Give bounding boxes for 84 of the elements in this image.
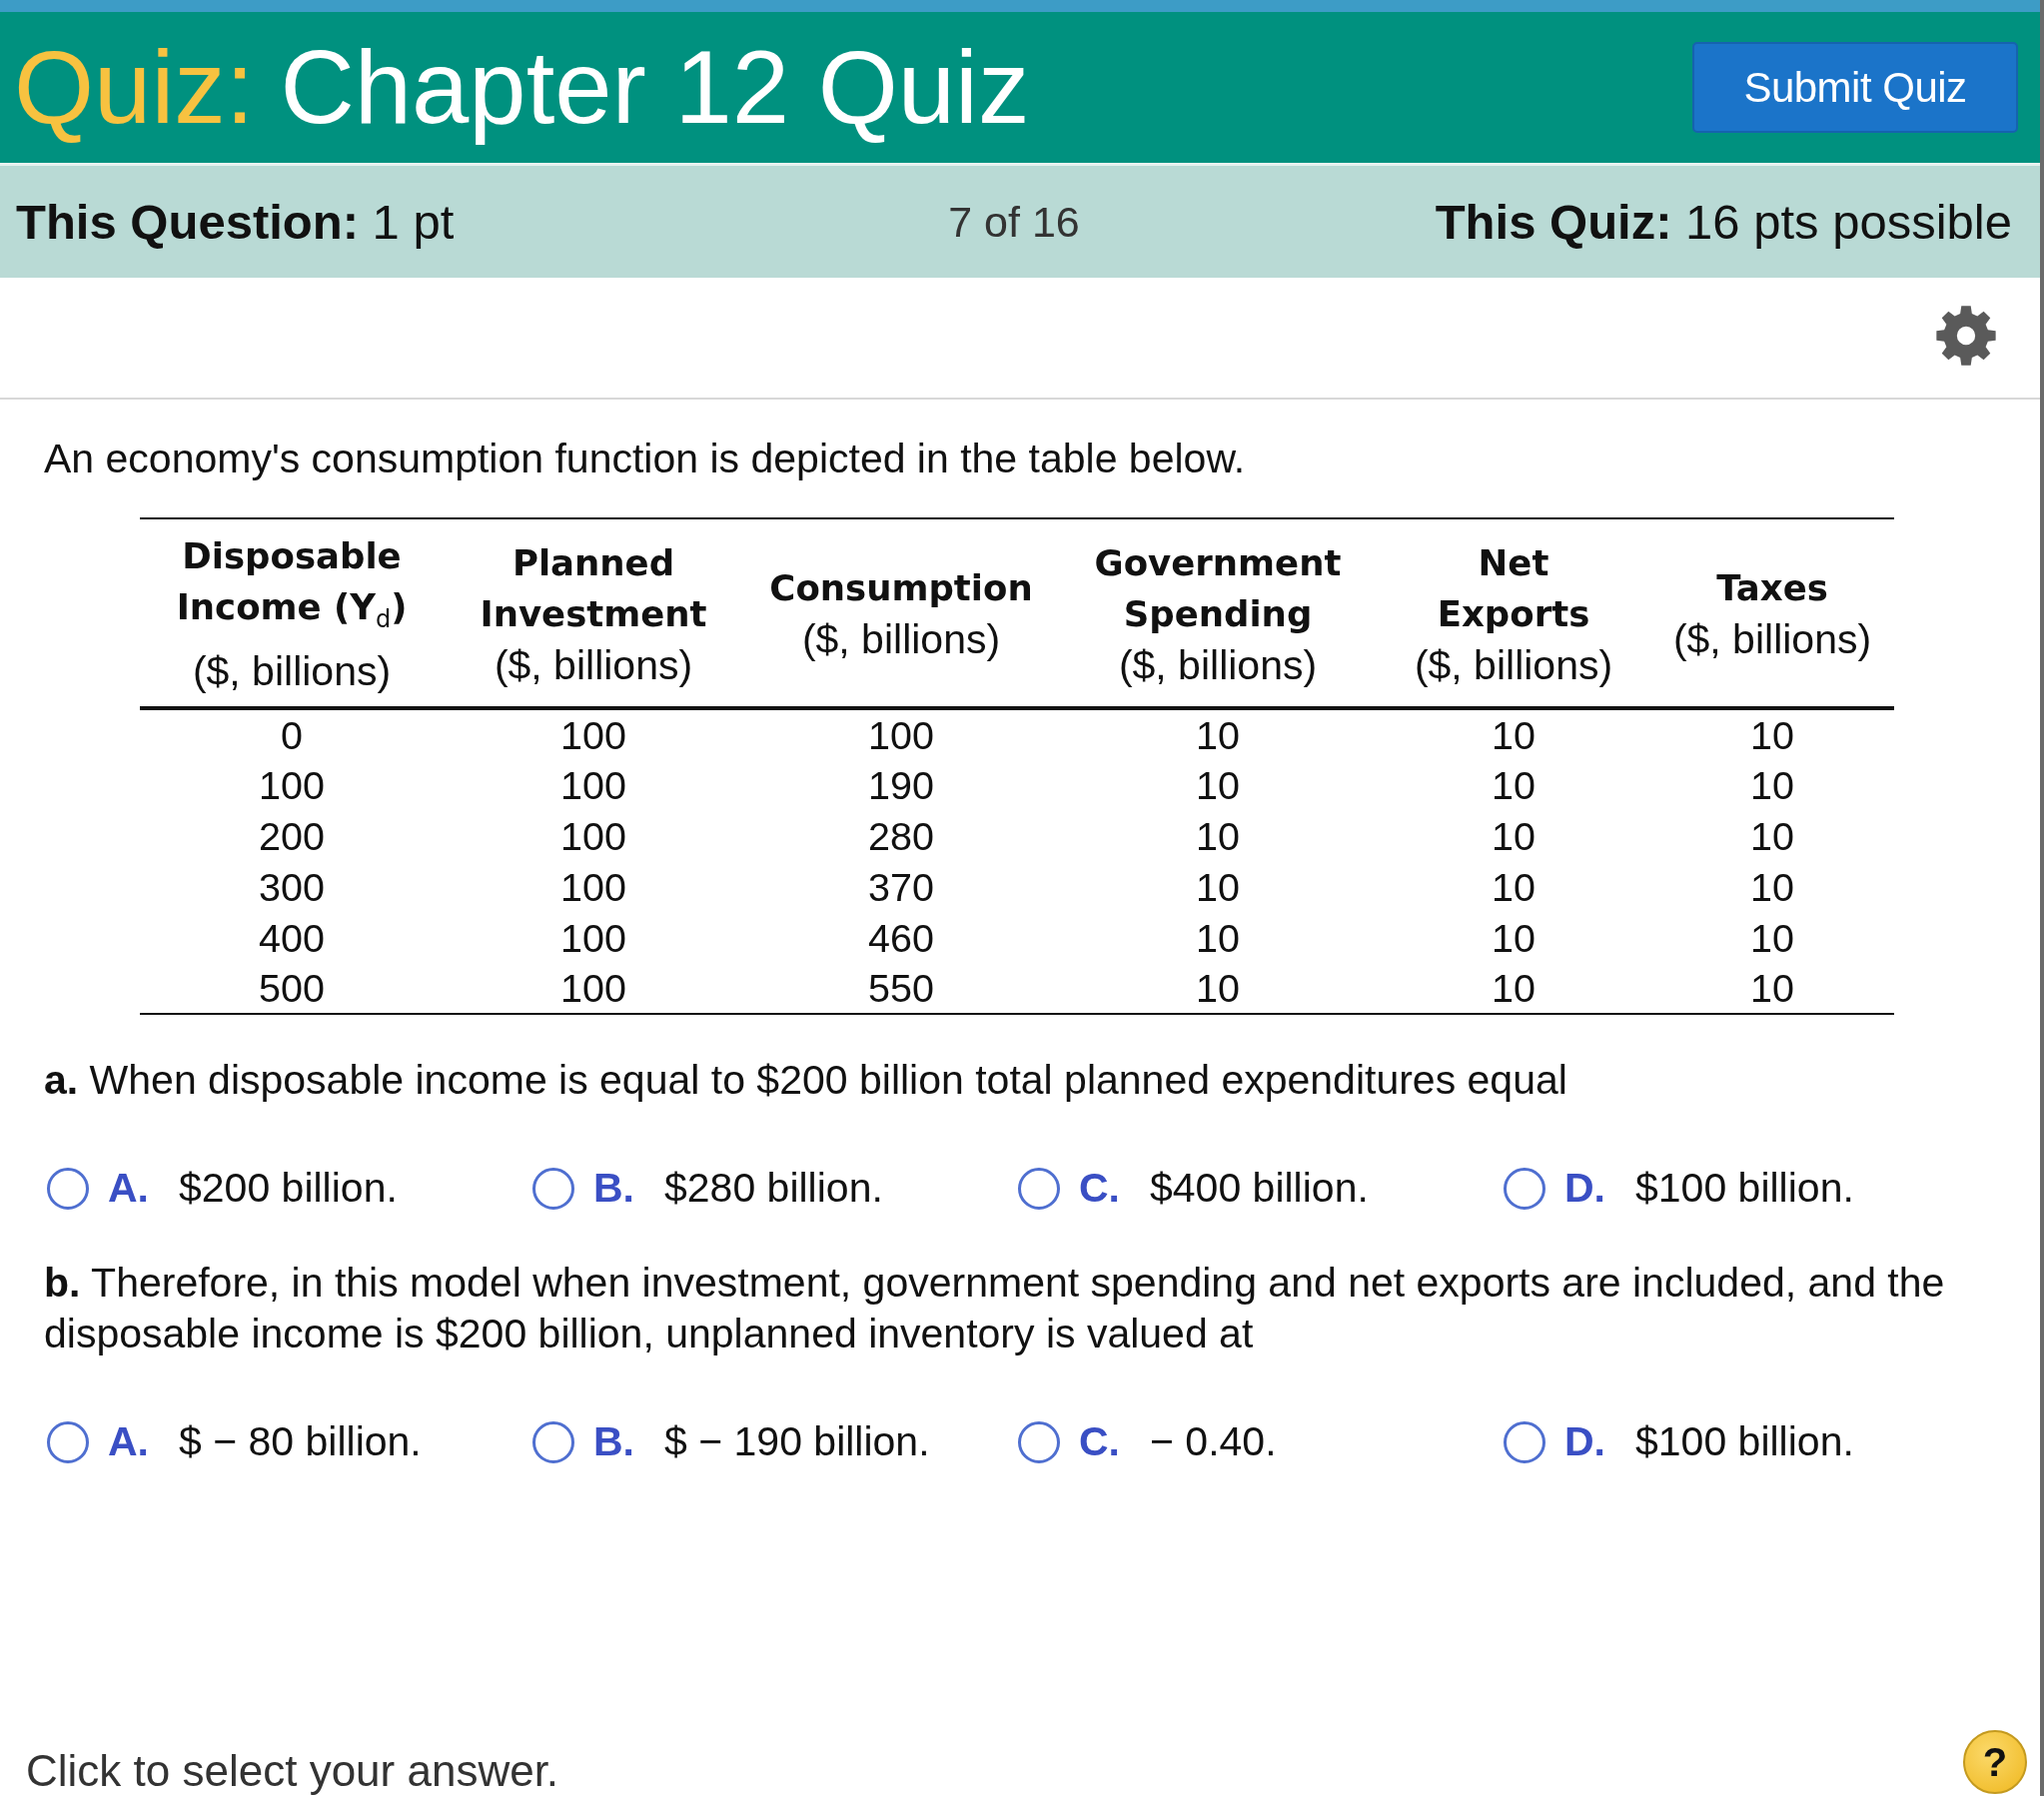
radio-button[interactable] — [1504, 1420, 1545, 1463]
column-unit: ($, billions) — [494, 640, 693, 689]
radio-button[interactable] — [1018, 1167, 1060, 1210]
table-cell: 10 — [1196, 762, 1240, 807]
table-cell: 10 — [1196, 712, 1240, 757]
table-cell: 10 — [1750, 762, 1794, 807]
table-cell: 10 — [1196, 813, 1240, 858]
option-letter: B. — [593, 1418, 634, 1465]
column-heading: Government Spending — [1094, 540, 1342, 636]
answer-hint: Click to select your answer. — [26, 1746, 559, 1796]
option-text: $100 billion. — [1635, 1165, 1854, 1212]
settings-icon[interactable] — [1936, 306, 1996, 366]
table-cell: 460 — [868, 915, 934, 960]
help-button[interactable]: ? — [1963, 1730, 2027, 1794]
table-cell: 100 — [560, 966, 626, 1010]
question-intro: An economy's consumption function is depicted in the table below. — [44, 436, 1247, 481]
table-cell: 300 — [259, 864, 325, 909]
question-prompt: b. Therefore, in this model when investment, government spending and net exports are included, and the disposable income is $200 billion, unplanned inventory is valued at — [44, 1259, 1946, 1358]
table-cell: 280 — [868, 813, 934, 858]
question-prompt: a. When disposable income is equal to $200 billion total planned expenditures equal — [44, 1056, 1568, 1105]
quiz-title: Chapter 12 Quiz — [280, 30, 1030, 145]
column-unit: ($, billions) — [1118, 640, 1318, 689]
option-letter: B. — [593, 1165, 634, 1212]
option-letter: C. — [1079, 1418, 1120, 1465]
table-cell: 190 — [868, 762, 934, 807]
table-cell: 10 — [1750, 915, 1794, 960]
column-heading: Disposable Income (Y$_{d}$) — [176, 533, 408, 636]
column-heading: Net Exports — [1437, 540, 1590, 636]
option-letter: D. — [1564, 1418, 1605, 1465]
column-heading: Planned Investment — [480, 540, 707, 636]
radio-button[interactable] — [47, 1167, 89, 1210]
table-cell: 10 — [1492, 712, 1535, 757]
radio-button[interactable] — [532, 1420, 574, 1463]
table-cell: 100 — [560, 762, 626, 807]
table-cell: 10 — [1196, 915, 1240, 960]
table-cell: 10 — [1750, 864, 1794, 909]
column-unit: ($, billions) — [1414, 640, 1613, 689]
radio-button[interactable] — [47, 1420, 89, 1463]
table-cell: 10 — [1750, 712, 1794, 757]
question-counter: 7 of 16 — [948, 197, 1080, 247]
submit-quiz-button[interactable]: Submit Quiz — [1692, 42, 2018, 133]
column-unit: ($, billions) — [1672, 615, 1872, 663]
table-cell: 100 — [560, 712, 626, 757]
table-cell: 400 — [259, 915, 325, 960]
option-text: $280 billion. — [664, 1165, 883, 1212]
column-heading: Consumption — [769, 566, 1033, 610]
table-cell: 0 — [281, 712, 303, 757]
table-cell: 100 — [560, 915, 626, 960]
radio-button[interactable] — [1018, 1420, 1060, 1463]
option-letter: D. — [1564, 1165, 1605, 1212]
table-cell: 200 — [259, 813, 325, 858]
option-text: $100 billion. — [1635, 1418, 1854, 1465]
table-cell: 100 — [560, 864, 626, 909]
radio-button[interactable] — [532, 1167, 574, 1210]
option-letter: C. — [1079, 1165, 1120, 1212]
column-heading: Taxes — [1716, 566, 1828, 610]
table-cell: 10 — [1750, 966, 1794, 1010]
option-letter: A. — [108, 1165, 149, 1212]
column-unit: ($, billions) — [801, 615, 1001, 663]
table-cell: 500 — [259, 966, 325, 1010]
table-cell: 100 — [560, 813, 626, 858]
option-text: $400 billion. — [1150, 1165, 1369, 1212]
table-cell: 10 — [1492, 966, 1535, 1010]
table-cell: 10 — [1492, 915, 1535, 960]
table-cell: 370 — [868, 864, 934, 909]
table-cell: 10 — [1196, 966, 1240, 1010]
table-cell: 100 — [868, 712, 934, 757]
radio-button[interactable] — [1504, 1167, 1545, 1210]
table-cell: 10 — [1196, 864, 1240, 909]
table-cell: 100 — [259, 762, 325, 807]
table-cell: 10 — [1492, 813, 1535, 858]
table-cell: 10 — [1750, 813, 1794, 858]
option-text: $ − 190 billion. — [664, 1418, 930, 1465]
option-text: $200 billion. — [179, 1165, 398, 1212]
table-cell: 550 — [868, 966, 934, 1010]
option-text: $ − 80 billion. — [179, 1418, 422, 1465]
option-letter: A. — [108, 1418, 149, 1465]
table-cell: 10 — [1492, 762, 1535, 807]
question-points: This Question: 1 pt — [16, 194, 455, 250]
option-text: − 0.40. — [1150, 1418, 1277, 1465]
quiz-points: This Quiz: 16 pts possible — [1435, 194, 2012, 250]
table-cell: 10 — [1492, 864, 1535, 909]
title-prefix: Quiz: — [14, 30, 255, 145]
column-unit: ($, billions) — [192, 647, 392, 696]
